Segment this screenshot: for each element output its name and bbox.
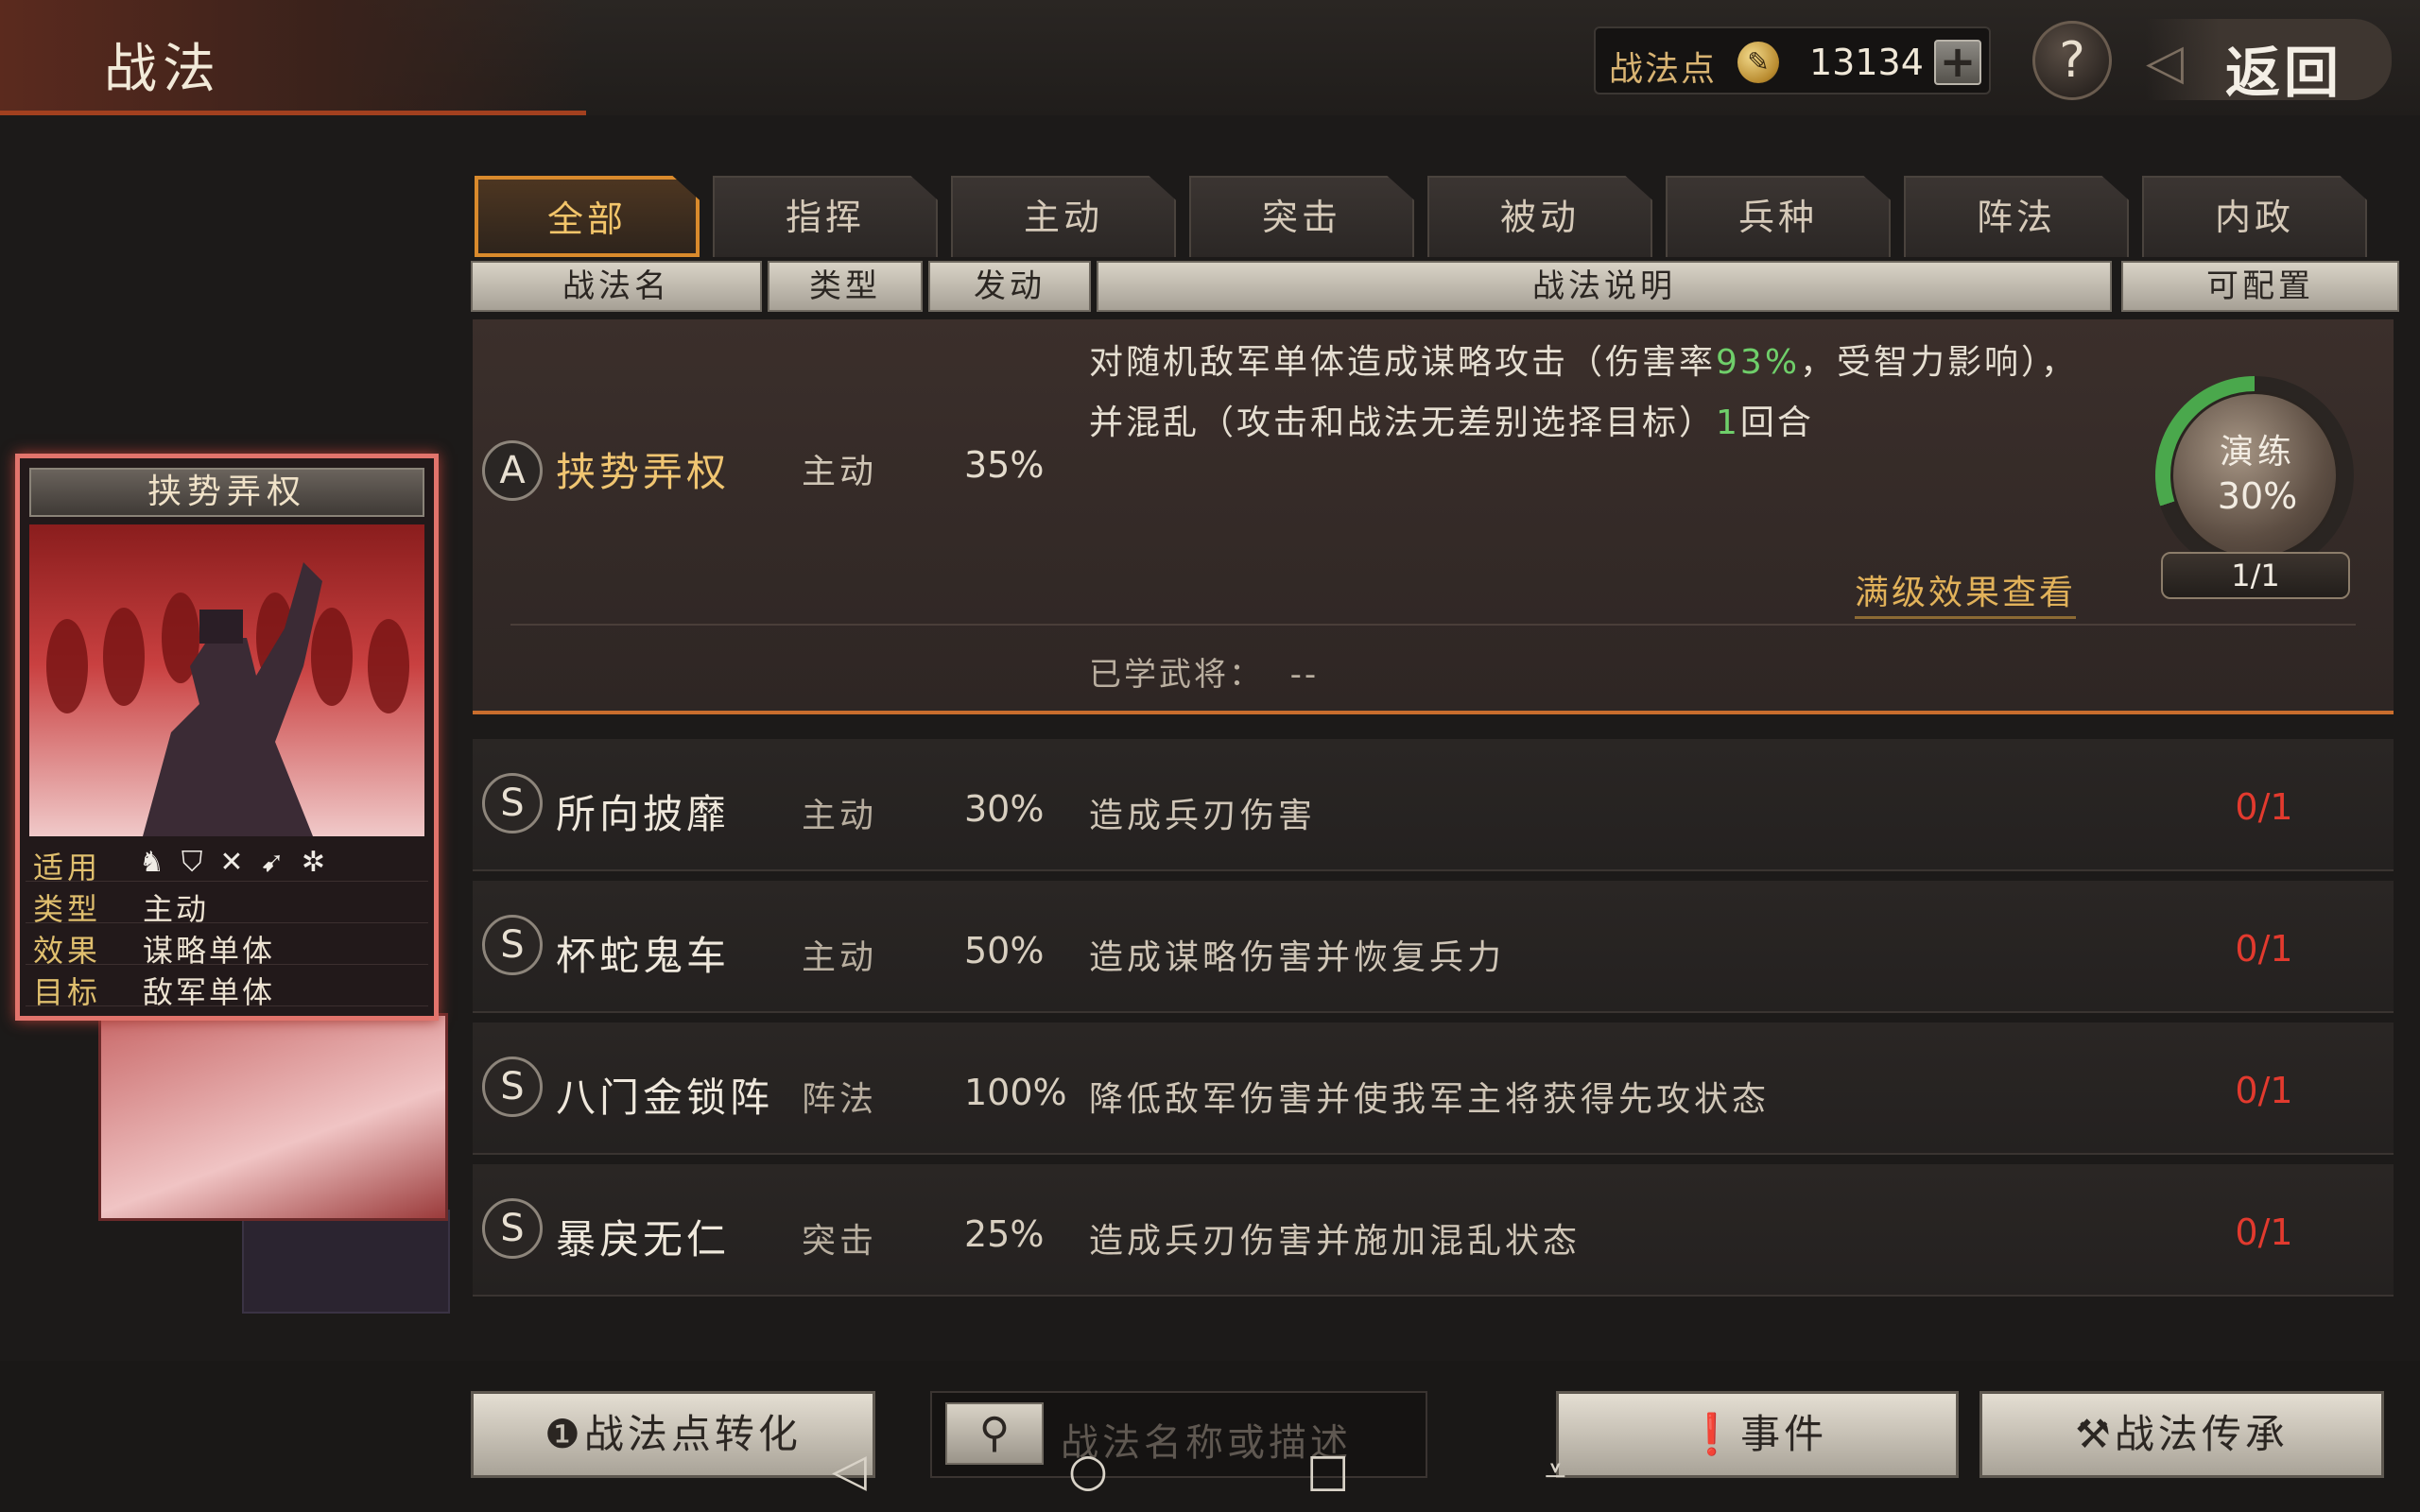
card-title: 挟势弄权 bbox=[29, 468, 424, 517]
column-trigger[interactable]: 发动 bbox=[928, 261, 1091, 312]
grade-badge: S bbox=[482, 1057, 543, 1117]
drill-count: 1/1 bbox=[2161, 552, 2350, 599]
drill-progress-ring[interactable]: 演练 30% bbox=[2155, 376, 2354, 575]
tab-troop[interactable]: 兵种 bbox=[1666, 176, 1891, 257]
tactic-name: 八门金锁阵 bbox=[556, 1074, 774, 1121]
card-illustration bbox=[46, 562, 409, 836]
config-count: 0/1 bbox=[2235, 1211, 2293, 1253]
config-count: 0/1 bbox=[2235, 928, 2293, 970]
tactic-name: 暴戾无仁 bbox=[556, 1216, 731, 1263]
nav-home-icon[interactable]: ○ bbox=[1068, 1444, 1108, 1497]
tactic-type: 突击 bbox=[802, 1222, 878, 1261]
expanded-tactic-row[interactable]: A 挟势弄权 主动 35% 对随机敌军单体造成谋略攻击（伤害率93%，受智力影响… bbox=[473, 319, 2394, 714]
convert-points-button[interactable]: ❶战法点转化 bbox=[471, 1391, 875, 1478]
tab-command[interactable]: 指挥 bbox=[713, 176, 938, 257]
tactic-type: 主动 bbox=[802, 797, 878, 835]
tactic-rate: 35% bbox=[964, 444, 1045, 486]
back-arrow-icon: ◁ bbox=[2146, 34, 2184, 91]
grade-badge: A bbox=[482, 440, 543, 501]
search-icon[interactable]: ⚲ bbox=[945, 1402, 1044, 1465]
tactic-row[interactable]: S 所向披靡 主动 30% 造成兵刃伤害 0/1 bbox=[473, 739, 2394, 871]
tactic-name: 挟势弄权 bbox=[556, 449, 731, 495]
column-description: 战法说明 bbox=[1097, 261, 2112, 312]
tactic-row[interactable]: S 杯蛇鬼车 主动 50% 造成谋略伤害并恢复兵力 0/1 bbox=[473, 881, 2394, 1013]
title-banner bbox=[0, 0, 586, 115]
tab-passive[interactable]: 被动 bbox=[1427, 176, 1652, 257]
hammer-icon: ⚒ bbox=[2075, 1411, 2115, 1457]
add-points-button[interactable]: + bbox=[1934, 40, 1981, 85]
drill-button[interactable]: 演练 30% bbox=[2170, 391, 2339, 559]
wheel-icon: ✲ bbox=[301, 846, 342, 879]
event-icon: ❗ bbox=[1686, 1411, 1741, 1457]
event-button[interactable]: ❗事件 bbox=[1556, 1391, 1959, 1478]
tactic-points-label: 战法点 bbox=[1609, 50, 1718, 89]
tab-assault[interactable]: 突击 bbox=[1189, 176, 1414, 257]
grade-badge: S bbox=[482, 915, 543, 975]
tab-formation[interactable]: 阵法 bbox=[1904, 176, 2129, 257]
tactic-name: 所向披靡 bbox=[556, 791, 731, 837]
tactic-rate: 50% bbox=[964, 930, 1045, 971]
tab-active[interactable]: 主动 bbox=[951, 176, 1176, 257]
troop-type-icons: ♞⛉✕➹✲ bbox=[139, 846, 342, 879]
grade-badge: S bbox=[482, 1198, 543, 1259]
coin-icon: ❶ bbox=[544, 1411, 584, 1457]
tactic-row[interactable]: S 八门金锁阵 阵法 100% 降低敌军伤害并使我军主将获得先攻状态 0/1 bbox=[473, 1022, 2394, 1155]
tactic-rate: 25% bbox=[964, 1213, 1045, 1255]
target-value: 敌军单体 bbox=[143, 974, 276, 1010]
drill-label: 演练 bbox=[2219, 433, 2295, 472]
tactic-type: 主动 bbox=[802, 453, 878, 491]
shield-icon: ⛉ bbox=[181, 846, 220, 879]
config-count: 0/1 bbox=[2235, 1070, 2293, 1111]
help-button[interactable]: ? bbox=[2032, 21, 2112, 100]
learned-generals: 已学武将： -- bbox=[1089, 656, 1320, 694]
config-count: 0/1 bbox=[2235, 786, 2293, 828]
tab-all[interactable]: 全部 bbox=[475, 176, 700, 257]
drill-percent: 30% bbox=[2217, 475, 2298, 517]
back-button[interactable]: ◁ 返回 bbox=[2146, 19, 2392, 105]
tactic-point-icon: ✎ bbox=[1737, 42, 1779, 83]
tactic-rate: 30% bbox=[964, 788, 1045, 830]
tactic-description: 对随机敌军单体造成谋略攻击（伤害率93%，受智力影响），并混乱（攻击和战法无差别… bbox=[1089, 343, 2079, 442]
tactic-points-box: 战法点 ✎ 13134 + bbox=[1594, 26, 1991, 94]
card-info: 适用 ♞⛉✕➹✲ 类型 主动 效果 谋略单体 目标 敌军单体 bbox=[26, 840, 428, 1010]
full-effect-link[interactable]: 满级效果查看 bbox=[1855, 565, 2077, 619]
tactic-type: 阵法 bbox=[802, 1080, 878, 1119]
page-title: 战法 bbox=[104, 39, 221, 100]
tactic-description: 造成谋略伤害并恢复兵力 bbox=[1089, 938, 1506, 977]
tactic-type: 主动 bbox=[802, 938, 878, 977]
spear-icon: ➹ bbox=[260, 846, 302, 879]
tactic-description: 造成兵刃伤害并施加混乱状态 bbox=[1089, 1222, 1582, 1261]
back-label: 返回 bbox=[2225, 41, 2343, 105]
column-configurable[interactable]: 可配置 bbox=[2121, 261, 2399, 312]
crossed-bows-icon: ✕ bbox=[219, 846, 261, 879]
tactic-row[interactable]: S 暴戾无仁 突击 25% 造成兵刃伤害并施加混乱状态 0/1 bbox=[473, 1164, 2394, 1297]
cavalry-icon: ♞ bbox=[139, 846, 182, 879]
tactic-name: 杯蛇鬼车 bbox=[556, 933, 731, 979]
search-box[interactable]: ⚲ 战法名称或描述 bbox=[930, 1391, 1427, 1478]
divider bbox=[510, 624, 2356, 626]
tactic-description: 降低敌军伤害并使我军主将获得先攻状态 bbox=[1089, 1080, 1771, 1119]
card-art bbox=[29, 524, 424, 836]
nav-collapse-icon[interactable]: ⩡ bbox=[1545, 1450, 1566, 1493]
card-stack-middle bbox=[98, 1013, 448, 1221]
grade-badge: S bbox=[482, 773, 543, 833]
column-type[interactable]: 类型 bbox=[768, 261, 923, 312]
tactic-description: 造成兵刃伤害 bbox=[1089, 797, 1317, 835]
tactic-points-value: 13134 bbox=[1809, 42, 1924, 83]
card-stack-back bbox=[242, 1210, 450, 1314]
inherit-button[interactable]: ⚒战法传承 bbox=[1979, 1391, 2384, 1478]
target-label: 目标 bbox=[33, 974, 102, 1010]
column-name[interactable]: 战法名 bbox=[471, 261, 762, 312]
tactic-rate: 100% bbox=[964, 1072, 1067, 1113]
tab-internal[interactable]: 内政 bbox=[2142, 176, 2367, 257]
top-bar: 战法 战法点 ✎ 13134 + ? ◁ 返回 bbox=[0, 0, 2420, 115]
nav-back-icon[interactable]: ◁ bbox=[832, 1444, 867, 1497]
tactic-card: 挟势弄权 适用 ♞⛉✕➹✲ 类型 主动 效果 谋略单体 目标 敌军单体 bbox=[15, 454, 439, 1021]
nav-recents-icon[interactable]: □ bbox=[1306, 1444, 1349, 1497]
